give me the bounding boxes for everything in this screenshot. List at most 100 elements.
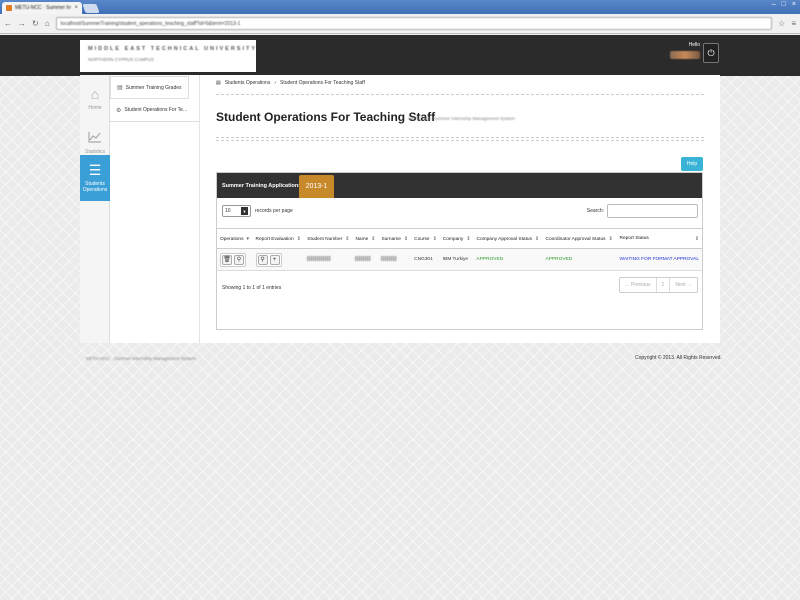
window-controls: – □ × — [772, 1, 796, 8]
user-greeting: Hello — [670, 42, 700, 61]
chevron-down-icon: ▼ — [241, 207, 248, 215]
rail-item-home[interactable]: ⌂ Home — [80, 77, 110, 121]
pagination: ← Previous 1 Next → — [618, 277, 698, 293]
list-icon: ☰ — [88, 162, 102, 178]
sort-icon: ⇕ — [296, 235, 301, 242]
breadcrumb-root[interactable]: Students Operations — [225, 80, 271, 86]
page-1-button[interactable]: 1 — [657, 278, 671, 292]
rail-operations-label: Students Operations — [82, 181, 108, 193]
subnav-label: Summer Training Grades — [125, 84, 182, 91]
search-input[interactable] — [607, 204, 698, 218]
help-button[interactable]: Help — [681, 157, 703, 171]
add-evaluation-button[interactable]: + — [269, 254, 280, 265]
table-header-row: Operations ▾ Report Evaluation ⇕ Student N… — [217, 228, 702, 249]
cell-student-number — [304, 248, 353, 271]
column-header-operations[interactable]: Operations ▾ — [217, 228, 253, 249]
panel-title: Summer Training Applications — [222, 182, 302, 189]
table-info: Showing 1 to 1 of 1 entries — [222, 285, 282, 291]
column-header-surname[interactable]: Surname ⇕ — [378, 228, 412, 249]
maximize-button[interactable]: □ — [782, 1, 786, 8]
column-header-report-status[interactable]: Report Status ⇕ — [616, 228, 702, 249]
redacted-surname — [381, 256, 398, 261]
page-subtitle: METU-NCC Summer Internship Management Sy… — [408, 116, 516, 121]
forward-icon[interactable]: → — [18, 19, 26, 28]
university-name: MIDDLE EAST TECHNICAL UNIVERSITY — [88, 46, 258, 52]
column-header-company[interactable]: Company ⇕ — [439, 228, 474, 249]
browser-tab[interactable]: METU-NCC · Summer Intern × — [2, 2, 82, 14]
breadcrumb-current: Student Operations For Teaching Staff — [280, 80, 365, 86]
records-per-page-value: 10 — [225, 208, 231, 214]
applications-table: Operations ▾ Report Evaluation ⇕ Student N… — [217, 228, 702, 271]
sort-icon: ⇕ — [534, 235, 540, 242]
tab-close-icon[interactable]: × — [74, 5, 78, 11]
home-icon[interactable]: ⌂ — [45, 19, 50, 28]
app-header: MIDDLE EAST TECHNICAL UNIVERSITY NORTHER… — [0, 35, 800, 76]
cell-company: IBM Turkiye — [439, 248, 474, 271]
search-report-button[interactable]: ⚲ — [257, 254, 268, 265]
view-button[interactable]: ⚲ — [234, 254, 244, 265]
evaluation-button-group: ⚲ + — [255, 252, 282, 267]
bookmark-star-icon[interactable]: ☆ — [778, 19, 785, 28]
sort-icon: ⇕ — [371, 235, 376, 242]
footer-system-name: METU-NCC · Summer Internship Management … — [86, 356, 196, 361]
delete-button[interactable]: 🗑 — [222, 254, 232, 265]
search-label: Search: — [586, 208, 604, 214]
subnav-label: Student Operations For Te... — [124, 107, 188, 113]
list-icon: ▤ — [216, 80, 221, 86]
logout-button[interactable]: ⏻ — [703, 43, 719, 63]
url-bar[interactable]: localhost/SummerTraining/student_operati… — [55, 17, 773, 30]
divider — [216, 137, 704, 138]
back-icon[interactable]: ← — [4, 19, 12, 28]
sort-icon: ⇕ — [466, 235, 471, 242]
cell-coordinator-status: APPROVED — [542, 248, 617, 271]
gear-icon: ⚙ — [116, 107, 122, 114]
browser-tabstrip: METU-NCC · Summer Intern × – □ × — [0, 0, 800, 14]
length-control: 10 ▼ records per page — [222, 205, 293, 217]
cell-company-status: APPROVED — [473, 248, 543, 271]
sort-icon: ⇕ — [345, 235, 350, 242]
redacted-name — [355, 256, 372, 261]
university-logo[interactable]: MIDDLE EAST TECHNICAL UNIVERSITY NORTHER… — [80, 40, 256, 72]
table-row: 🗑 ⚲ ⚲ + CNG301 IBM Turkiye APPROVED APPR… — [217, 248, 702, 271]
operations-button-group: 🗑 ⚲ — [220, 252, 246, 267]
column-header-student-number[interactable]: Student Number ⇕ — [304, 228, 353, 249]
new-tab-button[interactable] — [82, 4, 100, 13]
cell-surname — [378, 248, 412, 271]
year-tab[interactable]: 2013-1 — [299, 175, 334, 198]
subnav-item-operations[interactable]: ⚙ Student Operations For Te... — [110, 99, 199, 122]
next-page-button[interactable]: Next → — [670, 278, 697, 292]
favicon-icon — [6, 5, 12, 11]
records-per-page-select[interactable]: 10 ▼ — [222, 205, 251, 217]
close-window-button[interactable]: × — [792, 1, 796, 8]
column-header-name[interactable]: Name ⇕ — [352, 228, 379, 249]
minimize-button[interactable]: – — [772, 1, 776, 8]
redacted-student-number — [307, 256, 332, 261]
rail-item-students-operations[interactable]: ☰ Students Operations — [80, 155, 110, 201]
subnav-item-grades[interactable]: ▤ Summer Training Grades — [110, 76, 189, 99]
footer-copyright: Copyright © 2013. All Rights Reserved. — [635, 355, 722, 361]
column-header-company-approval-status[interactable]: Company Approval Status ⇕ — [473, 228, 543, 249]
house-icon: ⌂ — [90, 86, 100, 102]
reload-icon[interactable]: ↻ — [32, 19, 39, 28]
panel-header: Summer Training Applications 2013-1 — [217, 173, 702, 198]
user-name — [670, 51, 700, 59]
content-area: ▤ Students Operations › Student Operatio… — [216, 75, 704, 343]
sort-icon: ⇕ — [432, 235, 437, 242]
sort-icon: ⇕ — [694, 235, 699, 242]
hello-label: Hello — [688, 42, 700, 48]
previous-page-button[interactable]: ← Previous — [620, 278, 657, 292]
cell-report-status[interactable]: WAITING FOR FORMAT APPROVAL — [616, 248, 702, 271]
cell-report-evaluation: ⚲ + — [252, 248, 305, 271]
menu-icon[interactable]: ≡ — [791, 19, 796, 28]
main-frame: ⌂ Home Statistics ☰ Students Operations … — [80, 75, 720, 343]
subnav: ▤ Summer Training Grades ⚙ Student Opera… — [110, 75, 200, 343]
cell-course: CNG301 — [411, 248, 440, 271]
page-title: Student Operations For Teaching Staff — [216, 110, 436, 124]
sort-icon: ⇕ — [608, 235, 613, 242]
column-header-report-evaluation[interactable]: Report Evaluation ⇕ — [252, 228, 305, 249]
search-control: Search: — [587, 204, 698, 218]
column-header-course[interactable]: Course ⇕ — [411, 228, 440, 249]
icon-rail: ⌂ Home Statistics ☰ Students Operations — [80, 75, 110, 343]
column-header-coordinator-approval-status[interactable]: Coordinator Approval Status ⇕ — [542, 228, 617, 249]
divider — [216, 140, 704, 141]
